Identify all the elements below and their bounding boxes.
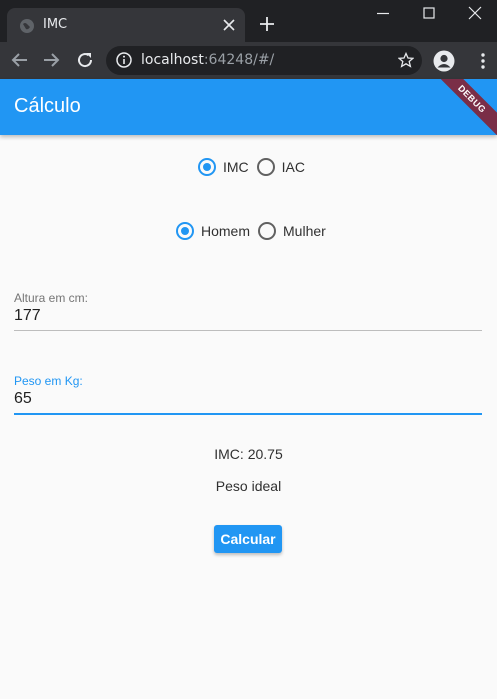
- imc-result: IMC: 20.75: [214, 446, 283, 462]
- back-arrow-icon[interactable]: [11, 51, 29, 69]
- radio-iac-label: IAC: [281, 159, 306, 175]
- address-bar[interactable]: localhost:64248/#/: [106, 46, 422, 75]
- profile-avatar-icon[interactable]: [433, 50, 455, 72]
- url-host: localhost: [141, 52, 204, 68]
- url-path: :64248/#/: [203, 52, 275, 68]
- radio-homem-label: Homem: [201, 223, 251, 239]
- radio-mulher[interactable]: [258, 222, 277, 240]
- radio-iac[interactable]: [256, 158, 275, 176]
- radio-imc-label: IMC: [223, 159, 249, 175]
- weight-field-underline: [14, 413, 482, 415]
- tab-title: IMC: [43, 17, 68, 32]
- browser-tab[interactable]: IMC: [7, 8, 245, 42]
- window-close-icon[interactable]: [468, 6, 482, 20]
- calculate-button[interactable]: Calcular: [214, 525, 282, 553]
- height-field-label: Altura em cm:: [14, 291, 89, 305]
- debug-banner: DEBUG: [427, 79, 497, 135]
- radio-homem[interactable]: [176, 222, 194, 240]
- height-input[interactable]: [14, 306, 482, 326]
- sex-radio-group: Homem Mulher: [176, 222, 334, 240]
- forward-arrow-icon[interactable]: [42, 51, 60, 69]
- close-tab-icon[interactable]: [223, 19, 235, 31]
- weight-field-label: Peso em Kg:: [14, 374, 83, 388]
- browser-tabstrip: IMC: [0, 0, 497, 42]
- reload-icon[interactable]: [76, 51, 94, 69]
- globe-icon: [20, 19, 34, 33]
- bookmark-star-icon[interactable]: [398, 52, 414, 68]
- info-icon[interactable]: [116, 52, 132, 68]
- page-title: Cálculo: [14, 95, 81, 117]
- minimize-icon[interactable]: [376, 6, 390, 20]
- browser-toolbar: localhost:64248/#/: [0, 42, 497, 79]
- radio-imc[interactable]: [198, 158, 216, 176]
- radio-mulher-label: Mulher: [283, 223, 326, 239]
- weight-input[interactable]: [14, 389, 482, 409]
- url-text: localhost:64248/#/: [141, 52, 274, 68]
- height-field-underline: [14, 330, 482, 331]
- weight-field: Peso em Kg:: [14, 374, 482, 415]
- weight-classification: Peso ideal: [215, 478, 282, 494]
- more-menu-icon[interactable]: [474, 52, 492, 70]
- calc-type-radio-group: IMC IAC: [198, 158, 313, 176]
- height-field: Altura em cm:: [14, 291, 482, 331]
- new-tab-icon[interactable]: [260, 17, 274, 31]
- maximize-icon[interactable]: [422, 6, 436, 20]
- app-bar: Cálculo DEBUG: [0, 79, 497, 135]
